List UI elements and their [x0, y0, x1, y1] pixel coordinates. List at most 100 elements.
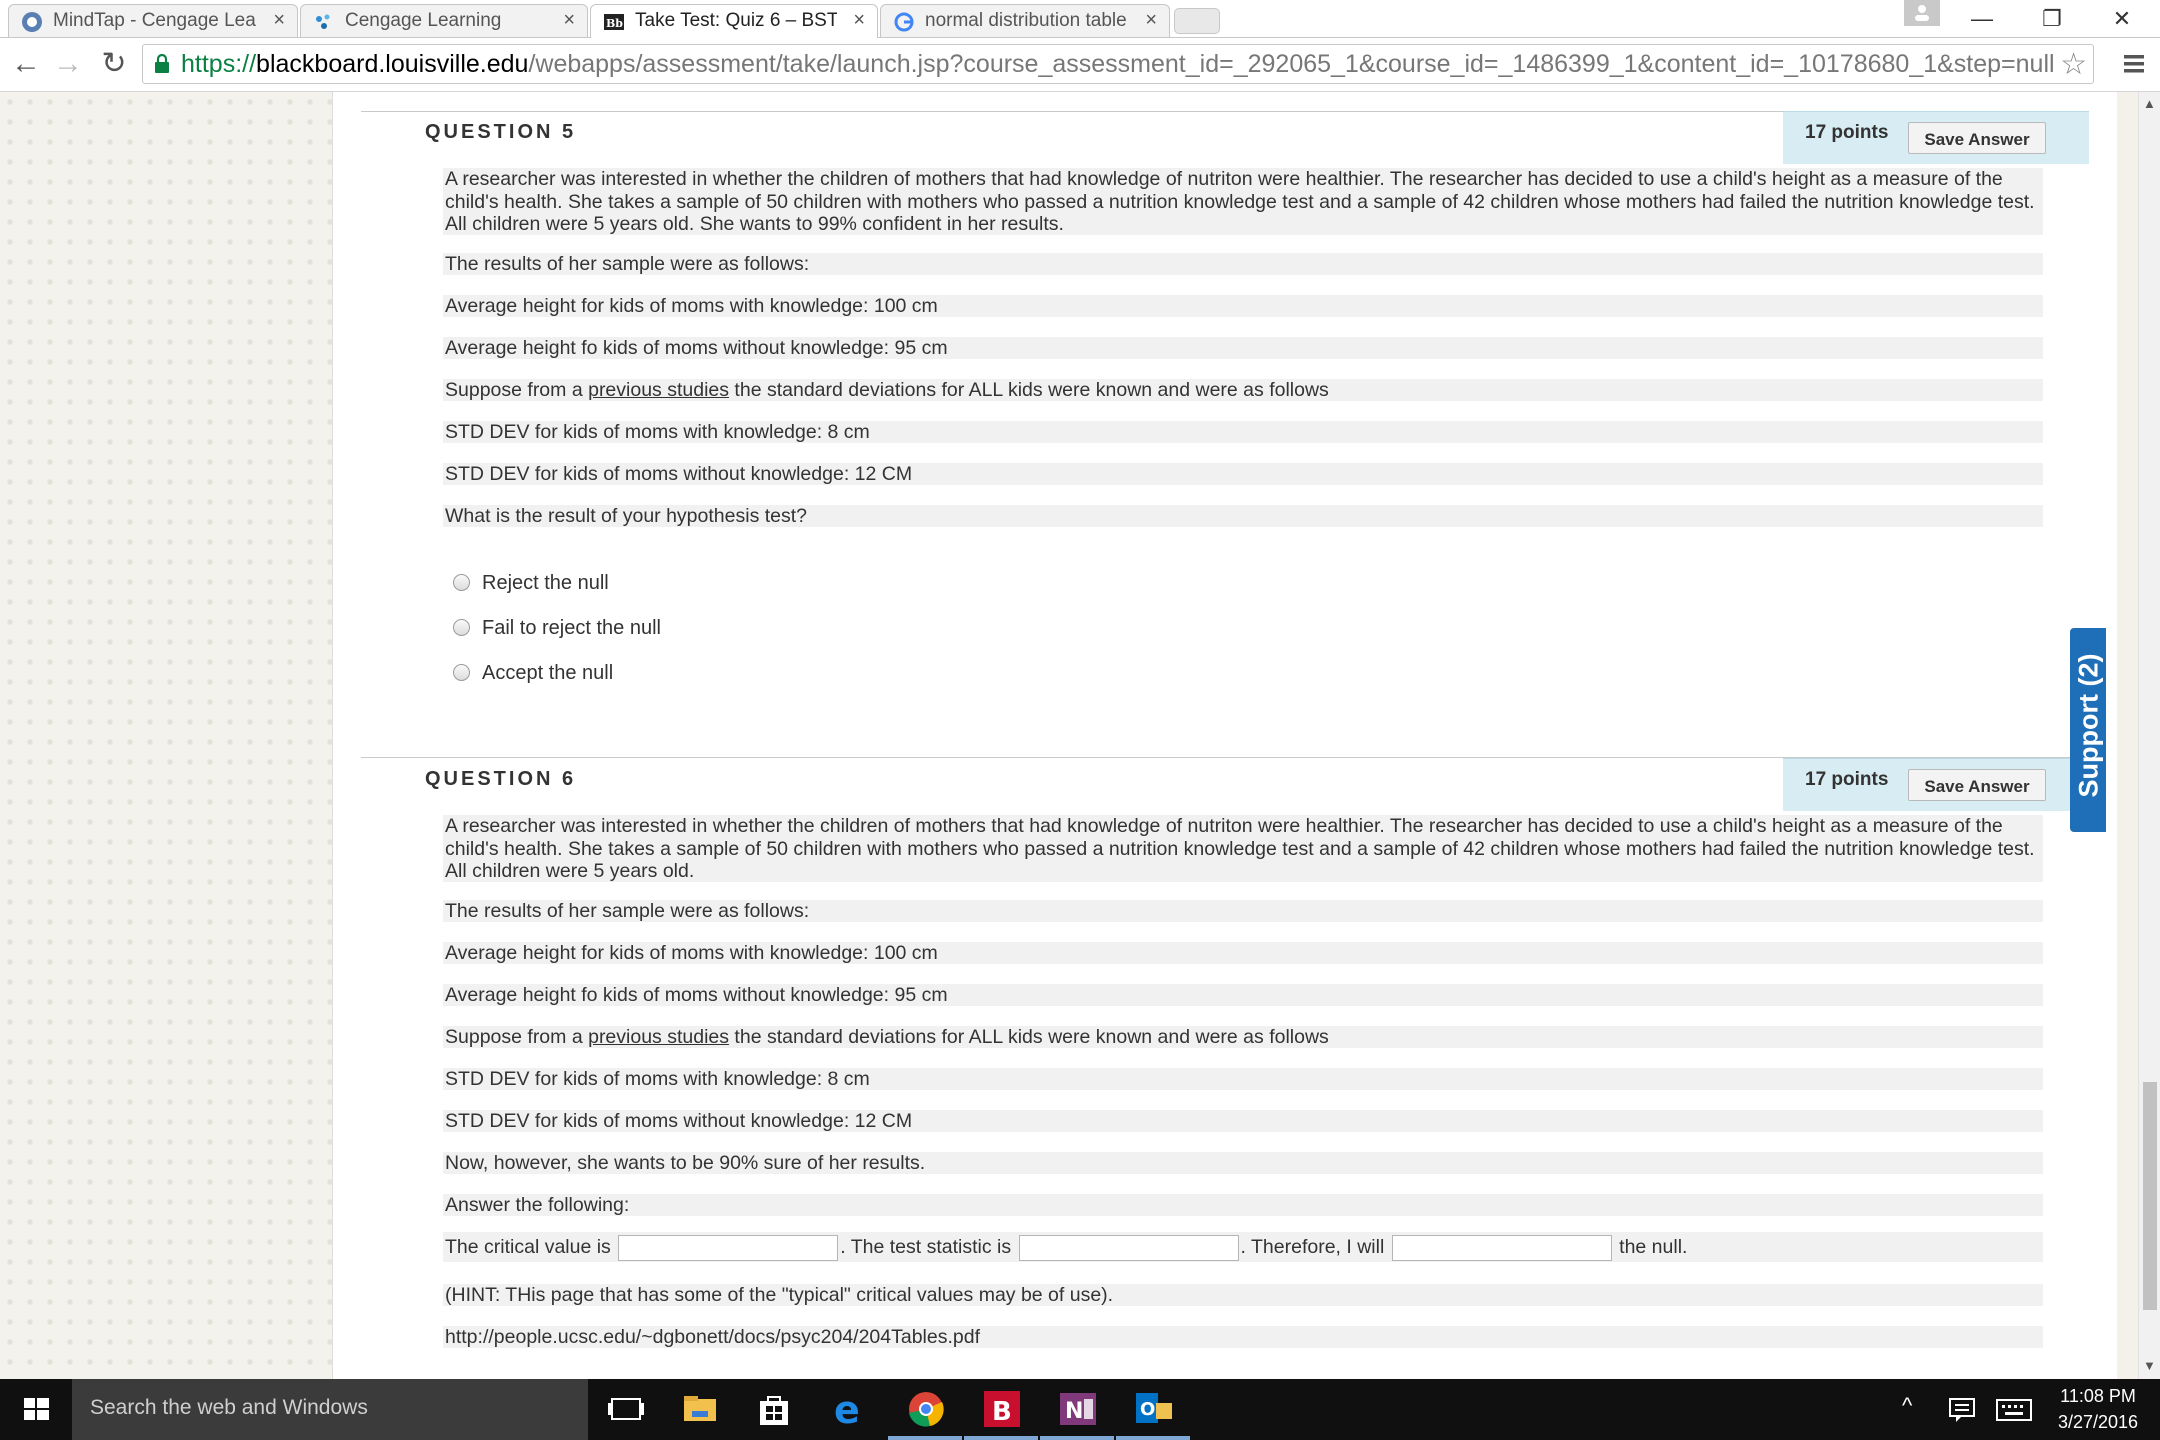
support-label: Support (2) [2073, 653, 2104, 798]
tab-title: MindTap - Cengage Learn [53, 10, 257, 31]
blackboard-favicon-icon: Bb [604, 14, 624, 30]
file-explorer-icon[interactable] [678, 1389, 722, 1429]
restore-icon[interactable]: ❐ [2022, 0, 2082, 37]
option-label[interactable]: Fail to reject the null [482, 614, 661, 642]
cengage-favicon-icon [316, 14, 330, 29]
svg-text:e: e [834, 1389, 860, 1429]
question-text: Average height fo kids of moms without k… [443, 337, 2043, 359]
close-icon[interactable]: × [853, 5, 865, 36]
task-view-icon[interactable] [604, 1389, 648, 1429]
blackboard-app-icon[interactable]: B [980, 1389, 1024, 1429]
mindtap-favicon-icon [22, 12, 42, 32]
close-icon[interactable]: × [563, 5, 575, 36]
edge-browser-icon[interactable]: e [828, 1389, 872, 1429]
close-icon[interactable]: × [273, 5, 285, 36]
active-app-indicator [888, 1436, 962, 1440]
radio-button[interactable] [453, 619, 470, 636]
clock-time[interactable]: 11:08 PM [2042, 1386, 2154, 1407]
previous-studies-link[interactable]: previous studies [588, 379, 729, 401]
tab-mindtap[interactable]: MindTap - Cengage Learn × [8, 4, 298, 37]
scrollbar-thumb[interactable] [2143, 1082, 2157, 1310]
question-text: Suppose from a previous studies the stan… [443, 1026, 2043, 1048]
question-text: Average height fo kids of moms without k… [443, 984, 2043, 1006]
radio-button[interactable] [453, 574, 470, 591]
taskbar-search-input[interactable]: Search the web and Windows [72, 1379, 588, 1440]
question-text: STD DEV for kids of moms without knowled… [443, 1110, 2043, 1132]
tab-title: normal distribution table [925, 10, 1127, 31]
tab-title: Take Test: Quiz 6 – BSTA-2 [635, 10, 837, 31]
background-pattern [0, 92, 332, 1379]
chrome-icon[interactable] [904, 1389, 948, 1429]
tab-title: Cengage Learning [345, 10, 502, 31]
url-text: https://blackboard.louisville.edu/webapp… [181, 50, 2055, 78]
chevron-up-icon[interactable]: ^ [1902, 1393, 1912, 1419]
active-app-indicator [1040, 1436, 1114, 1440]
windows-start-icon[interactable] [0, 1379, 72, 1440]
question-text: The results of her sample were as follow… [443, 900, 2043, 922]
onenote-icon[interactable]: N [1056, 1389, 1100, 1429]
tables-link[interactable]: http://people.ucsc.edu/~dgbonett/docs/ps… [443, 1326, 2043, 1348]
save-answer-button[interactable]: Save Answer [1908, 122, 2046, 154]
previous-studies-link[interactable]: previous studies [588, 1026, 729, 1048]
question-prompt: What is the result of your hypothesis te… [443, 505, 2043, 527]
critical-value-input[interactable] [618, 1234, 839, 1261]
windows-taskbar: Search the web and Windows e B N O ^ 11:… [0, 1379, 2160, 1440]
browser-tab-strip: MindTap - Cengage Learn × Cengage Learni… [0, 0, 2160, 38]
forward-arrow-icon[interactable]: → [50, 46, 86, 82]
test-statistic-input[interactable] [1018, 1234, 1239, 1261]
new-tab-button[interactable] [1174, 8, 1220, 34]
keyboard-icon[interactable] [1996, 1399, 2032, 1421]
question-text: STD DEV for kids of moms without knowled… [443, 463, 2043, 485]
question-title: QUESTION 6 [425, 768, 577, 790]
outlook-icon[interactable]: O [1132, 1389, 1176, 1429]
active-app-indicator [1116, 1436, 1190, 1440]
menu-icon[interactable] [2122, 52, 2146, 76]
lock-icon [155, 54, 169, 73]
question-text: STD DEV for kids of moms with knowledge:… [443, 421, 2043, 443]
question-text: A researcher was interested in whether t… [443, 815, 2043, 882]
svg-text:N: N [1065, 1399, 1083, 1424]
store-icon[interactable] [752, 1389, 796, 1429]
points-box: 17 points Save Answer [1783, 758, 2089, 811]
option-label[interactable]: Accept the null [482, 659, 613, 687]
profile-icon[interactable] [1904, 0, 1940, 26]
question-text: Average height for kids of moms with kno… [443, 295, 2043, 317]
address-bar[interactable]: https://blackboard.louisville.edu/webapp… [142, 44, 2094, 84]
close-window-icon[interactable]: ✕ [2092, 0, 2152, 37]
google-favicon-icon [894, 12, 914, 32]
browser-toolbar: ← → ↻ https://blackboard.louisville.edu/… [0, 38, 2160, 92]
bookmark-star-icon[interactable]: ☆ [2060, 47, 2087, 83]
minimize-icon[interactable]: — [1952, 0, 2012, 37]
decision-input[interactable] [1391, 1234, 1612, 1261]
points-box: 17 points Save Answer [1783, 111, 2089, 164]
scroll-down-icon[interactable]: ▼ [2143, 1358, 2156, 1373]
svg-text:O: O [1140, 1399, 1155, 1420]
tab-cengage[interactable]: Cengage Learning × [300, 4, 588, 37]
page-viewport: QUESTION 5 17 points Save Answer A resea… [0, 92, 2160, 1379]
tab-take-test[interactable]: Bb Take Test: Quiz 6 – BSTA-2 × [590, 4, 878, 38]
question-text: The results of her sample were as follow… [443, 253, 2043, 275]
scroll-up-icon[interactable]: ▲ [2143, 96, 2156, 111]
active-app-indicator [964, 1436, 1038, 1440]
svg-text:B: B [992, 1397, 1012, 1427]
close-icon[interactable]: × [1145, 5, 1157, 36]
question-text: Suppose from a previous studies the stan… [443, 379, 2043, 401]
question-text: Now, however, she wants to be 90% sure o… [443, 1152, 2043, 1174]
points-label: 17 points [1805, 122, 1889, 143]
action-center-icon[interactable] [1948, 1397, 1976, 1423]
question-title: QUESTION 5 [425, 121, 577, 143]
option-label[interactable]: Reject the null [482, 569, 609, 597]
tab-normal-distribution[interactable]: normal distribution table × [880, 4, 1170, 37]
reload-icon[interactable]: ↻ [96, 46, 132, 82]
points-label: 17 points [1805, 769, 1889, 790]
clock-date[interactable]: 3/27/2016 [2042, 1412, 2154, 1433]
scrollbar[interactable]: ▲ ▼ [2138, 92, 2160, 1379]
question-text: A researcher was interested in whether t… [443, 168, 2043, 235]
support-tab[interactable]: → Support (2) [2070, 628, 2160, 832]
radio-button[interactable] [453, 664, 470, 681]
hint-text: (HINT: THis page that has some of the "t… [443, 1284, 2043, 1306]
test-content: QUESTION 5 17 points Save Answer A resea… [332, 92, 2117, 1379]
save-answer-button[interactable]: Save Answer [1908, 769, 2046, 801]
fill-in-sentence: The critical value is . The test statist… [443, 1232, 2043, 1262]
back-arrow-icon[interactable]: ← [8, 46, 44, 82]
